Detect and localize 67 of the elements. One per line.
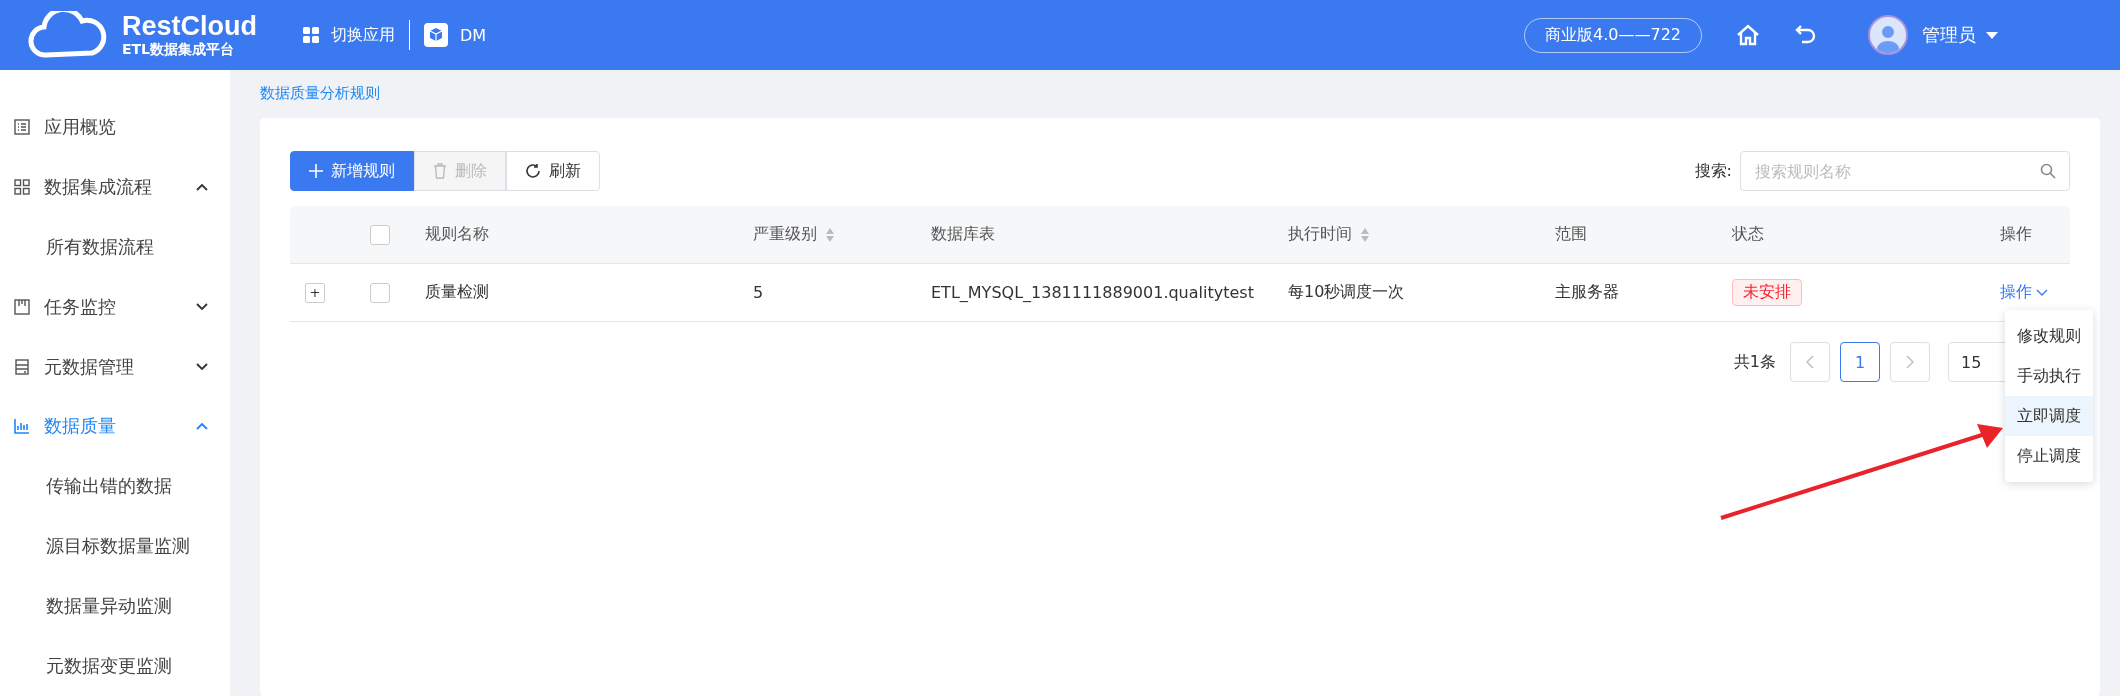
trash-icon xyxy=(433,163,447,179)
home-icon[interactable] xyxy=(1736,23,1760,47)
page-button[interactable]: 1 xyxy=(1840,342,1880,382)
chevron-up-icon xyxy=(196,422,208,431)
sidebar-item[interactable]: 数据集成流程 xyxy=(0,156,230,217)
sort-icon[interactable] xyxy=(1360,226,1370,243)
total-count: 共1条 xyxy=(1733,351,1776,373)
sidebar-item[interactable]: 数据质量 xyxy=(0,396,230,457)
column-header[interactable]: 执行时间 xyxy=(1288,224,1352,245)
chevron-down-icon[interactable] xyxy=(2036,288,2048,297)
menu-item[interactable]: 停止调度 xyxy=(2005,436,2093,476)
table-cell: 主服务器 xyxy=(1555,282,1619,303)
grid-icon xyxy=(14,178,30,195)
expand-button[interactable]: + xyxy=(305,282,325,303)
sidebar-item[interactable]: 元数据管理 xyxy=(0,336,230,397)
sidebar-subitem[interactable]: 元数据变更监测 xyxy=(0,636,230,696)
sort-icon[interactable] xyxy=(825,226,835,243)
search-icon[interactable] xyxy=(2040,163,2056,179)
select-all-checkbox[interactable] xyxy=(370,224,390,245)
table-cell: 每10秒调度一次 xyxy=(1288,282,1405,303)
column-header: 状态 xyxy=(1732,224,1764,245)
next-page-button[interactable] xyxy=(1890,342,1930,382)
sidebar-item[interactable]: 任务监控 xyxy=(0,276,230,337)
column-header: 规则名称 xyxy=(425,224,489,245)
table-cell: 质量检测 xyxy=(425,282,489,303)
row-checkbox[interactable] xyxy=(370,282,390,303)
caret-down-icon[interactable] xyxy=(1986,31,1998,39)
refresh-icon xyxy=(525,163,541,179)
column-header[interactable]: 严重级别 xyxy=(753,224,817,245)
column-header: 数据库表 xyxy=(931,224,995,245)
actions-dropdown-link[interactable]: 操作 xyxy=(2000,282,2048,303)
previous-page-button[interactable] xyxy=(1790,342,1830,382)
chevron-right-icon[interactable] xyxy=(1906,355,1914,369)
chevron-up-icon xyxy=(196,182,208,191)
search-field[interactable]: 搜索规则名称 xyxy=(1740,151,2070,191)
document-icon xyxy=(14,358,30,375)
sidebar-item[interactable]: 应用概览 xyxy=(0,97,230,157)
refresh-button[interactable]: 刷新 xyxy=(506,151,600,191)
undo-icon[interactable] xyxy=(1794,24,1818,46)
chevron-down-icon xyxy=(196,302,208,311)
board-icon xyxy=(14,298,30,315)
table-cell: 5 xyxy=(753,283,764,302)
add-button[interactable]: 新增规则 xyxy=(290,151,414,191)
switch-app-link[interactable]: 切换应用 xyxy=(331,24,395,46)
list-icon xyxy=(14,118,30,135)
menu-item[interactable]: 立即调度 xyxy=(2005,396,2093,436)
cube-icon xyxy=(424,23,448,47)
search-label: 搜索: xyxy=(1694,160,1732,182)
sidebar-subitem[interactable]: 源目标数据量监测 xyxy=(0,516,230,577)
logo-subtitle: ETL数据集成平台 xyxy=(122,42,236,58)
sidebar-subitem[interactable]: 传输出错的数据 xyxy=(0,456,230,517)
sidebar-subitem[interactable]: 数据量异动监测 xyxy=(0,576,230,637)
chevron-down-icon xyxy=(196,362,208,371)
column-header: 范围 xyxy=(1555,224,1587,245)
status-tag: 未安排 xyxy=(1732,279,1802,306)
apps-icon[interactable] xyxy=(303,27,319,43)
plus-icon xyxy=(309,164,323,178)
user-name[interactable]: 管理员 xyxy=(1922,23,1976,47)
app-name[interactable]: DM xyxy=(460,25,487,45)
user-avatar[interactable] xyxy=(1868,15,1908,55)
sidebar-subitem[interactable]: 所有数据流程 xyxy=(0,216,230,277)
table-cell: ETL_MYSQL_1381111889001.qualitytest xyxy=(931,283,1254,302)
column-header: 操作 xyxy=(2000,224,2032,245)
logo-title: RestCloud xyxy=(122,12,257,42)
chevron-left-icon[interactable] xyxy=(1806,355,1814,369)
cloud-logo-icon xyxy=(28,11,108,59)
bar-chart-icon xyxy=(14,418,30,435)
